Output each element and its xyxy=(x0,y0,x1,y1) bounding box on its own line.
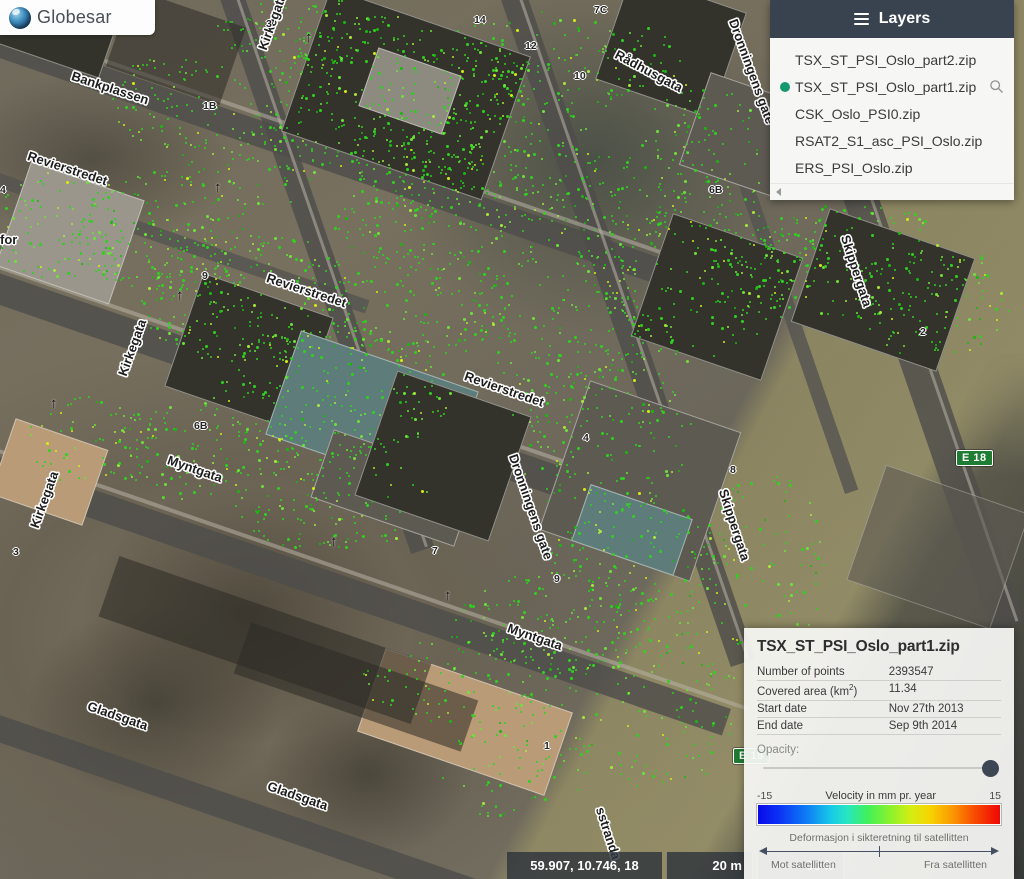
house-number-label: 9 xyxy=(202,270,208,282)
street-label: Skippergata xyxy=(837,233,876,309)
layer-item[interactable]: TSX_ST_PSI_Oslo_part2.zip xyxy=(770,46,1014,73)
house-number-label: 7 xyxy=(432,545,438,557)
layer-info-table: Number of points 2393547 Covered area (km2… xyxy=(757,664,1001,735)
house-number-label: 10 xyxy=(574,70,586,82)
street-label: Kirkegata xyxy=(26,469,62,531)
layers-panel-header: Layers xyxy=(770,0,1014,38)
layer-item[interactable]: CSK_Oslo_PSI0.zip xyxy=(770,100,1014,127)
direction-arrow-icon: ↑ xyxy=(305,29,313,46)
house-number-label: 2 xyxy=(920,326,926,338)
house-number-label: 12 xyxy=(525,40,537,52)
street-label: Bankplassen xyxy=(69,68,151,108)
layer-item-label: TSX_ST_PSI_Oslo_part2.zip xyxy=(795,51,977,68)
layer-item[interactable]: RSAT2_S1_asc_PSI_Oslo.zip xyxy=(770,127,1014,154)
opacity-label: Opacity: xyxy=(757,744,800,756)
info-row-key: End date xyxy=(757,717,889,735)
layer-active-dot-icon xyxy=(780,81,790,92)
layer-item-label: RSAT2_S1_asc_PSI_Oslo.zip xyxy=(795,132,983,149)
layers-panel-title: Layers xyxy=(878,10,931,27)
house-number-label: 7C xyxy=(594,4,608,16)
house-number-label: 1B xyxy=(203,100,217,112)
house-number-label: 9 xyxy=(554,573,560,585)
layer-item[interactable]: ERS_PSI_Oslo.zip xyxy=(770,154,1014,181)
house-number-label: 6B xyxy=(194,420,208,432)
street-label: Myntgata xyxy=(165,452,225,486)
house-number-label: 1 xyxy=(544,740,550,752)
coordinate-readout: 59.907, 10.746, 18 xyxy=(507,852,662,879)
info-row: Number of points 2393547 xyxy=(757,664,1001,682)
street-label: Dronningens gate xyxy=(505,452,557,562)
street-label: Revierstredet xyxy=(264,270,349,311)
velocity-colorbar: -15 Velocity in mm pr. year 15 xyxy=(756,790,1002,826)
deformation-right-label: Fra satellitten xyxy=(923,859,987,871)
road-shield: E 18 xyxy=(956,450,993,466)
info-row-value: 2393547 xyxy=(888,664,1001,682)
house-number-label: 3 xyxy=(13,546,19,558)
layer-item-label: TSX_ST_PSI_Oslo_part1.zip xyxy=(795,78,977,95)
street-label: Gladsgata xyxy=(85,698,150,734)
hamburger-icon[interactable] xyxy=(853,13,869,25)
scale-bar-metric: 20 m xyxy=(666,852,753,879)
house-number-label: 14 xyxy=(474,14,486,26)
colorbar-title: Velocity in mm pr. year xyxy=(825,790,937,802)
colorbar-max-label: 15 xyxy=(989,790,1001,802)
house-number-label: 8 xyxy=(730,464,736,476)
deformation-title: Deformasjon i sikteretning til satellitt… xyxy=(789,832,969,844)
double-arrow-icon xyxy=(759,845,999,858)
colorbar-gradient xyxy=(756,803,1002,826)
info-row-value: Nov 27th 2013 xyxy=(888,700,1001,718)
street-label: Rådhusgata xyxy=(612,46,686,96)
layer-item-label: CSK_Oslo_PSI0.zip xyxy=(795,105,921,122)
info-row-value: 11.34 xyxy=(888,680,1001,701)
layers-panel-footer xyxy=(770,183,1014,200)
street-label: Myntgata xyxy=(505,620,565,654)
opacity-slider-knob[interactable] xyxy=(982,760,999,777)
opacity-slider[interactable] xyxy=(763,759,999,777)
street-label: Revierstredet xyxy=(462,368,547,410)
layer-info-title: TSX_ST_PSI_Oslo_part1.zip xyxy=(757,638,960,656)
chevron-left-icon[interactable] xyxy=(776,188,781,196)
street-label: Gladsgata xyxy=(265,778,330,814)
magnifier-icon[interactable] xyxy=(989,79,1004,94)
info-row-key: Covered area (km2) xyxy=(757,680,889,701)
info-row-key: Number of points xyxy=(757,664,889,682)
direction-arrow-icon: ↑ xyxy=(50,395,58,412)
direction-arrow-icon: ↑ xyxy=(176,287,184,304)
info-row: Covered area (km2) 11.34 xyxy=(757,680,1001,701)
brand-name: Globesar xyxy=(37,7,112,27)
layer-inactive-dot-icon xyxy=(780,55,790,65)
info-row-value: Sep 9th 2014 xyxy=(888,717,1001,735)
layer-inactive-dot-icon xyxy=(780,136,790,146)
layer-info-panel[interactable]: TSX_ST_PSI_Oslo_part1.zip Number of poin… xyxy=(744,628,1014,879)
street-label: Revierstredet xyxy=(25,148,110,189)
direction-arrow-icon: ↑ xyxy=(330,533,338,550)
info-row: Start date Nov 27th 2013 xyxy=(757,700,1001,718)
street-label: Kirkegata xyxy=(114,317,150,379)
layer-item-label: ERS_PSI_Oslo.zip xyxy=(795,159,913,176)
deformation-legend: Deformasjon i sikteretning til satellitt… xyxy=(757,832,1001,871)
direction-arrow-icon: ↑ xyxy=(214,179,222,196)
application-window: Bankplassen Revierstredet Kirkegata Kirkega… xyxy=(0,0,1024,879)
street-label: Skippergata xyxy=(715,487,754,563)
info-row-key: Start date xyxy=(757,700,889,718)
house-number-label: 4 xyxy=(0,184,6,196)
globe-icon xyxy=(9,6,31,29)
layers-panel[interactable]: Layers TSX_ST_PSI_Oslo_part2.zip TSX_ST_P… xyxy=(770,0,1014,200)
brand-logo[interactable]: Globesar xyxy=(0,0,155,35)
layers-list[interactable]: TSX_ST_PSI_Oslo_part2.zip TSX_ST_PSI_Oslo… xyxy=(770,38,1014,183)
street-label: for xyxy=(0,232,18,247)
house-number-label: 4 xyxy=(583,432,589,444)
opacity-slider-track[interactable] xyxy=(763,767,997,769)
info-row: End date Sep 9th 2014 xyxy=(757,717,1001,735)
house-number-label: 3 xyxy=(266,18,272,30)
deformation-left-label: Mot satellitten xyxy=(771,859,836,871)
direction-arrow-icon: ↑ xyxy=(444,587,452,604)
layer-inactive-dot-icon xyxy=(780,163,790,173)
street-label: Kirkegata xyxy=(254,0,290,53)
house-number-label: 6B xyxy=(709,184,723,196)
layer-inactive-dot-icon xyxy=(780,109,790,119)
layer-item[interactable]: TSX_ST_PSI_Oslo_part1.zip xyxy=(770,73,1014,100)
colorbar-min-label: -15 xyxy=(757,790,773,802)
